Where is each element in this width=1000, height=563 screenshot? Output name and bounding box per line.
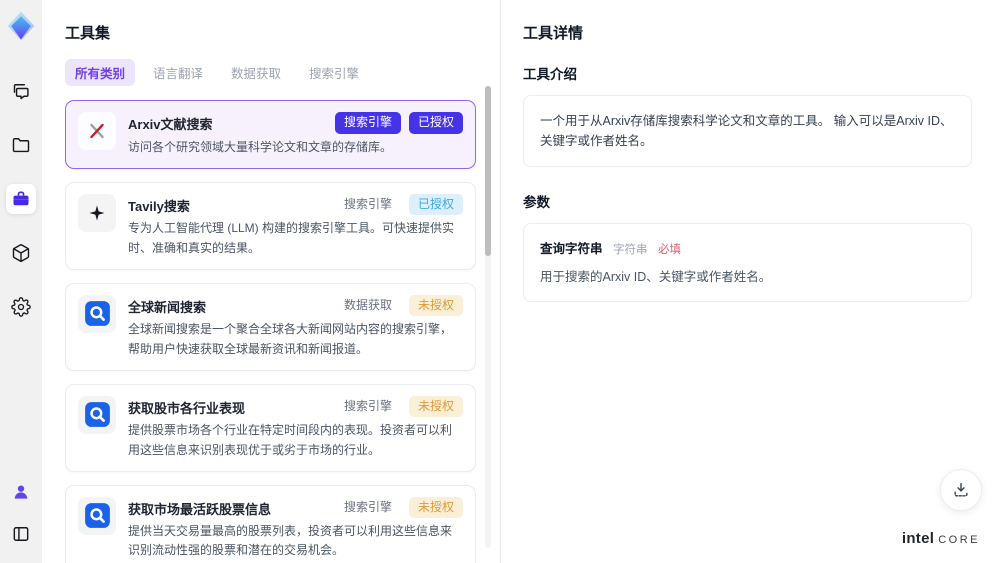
param-list: 查询字符串 字符串 必填 用于搜索的Arxiv ID、关键字或作者姓名。 [523, 223, 972, 302]
tool-description: 专为人工智能代理 (LLM) 构建的搜索引擎工具。可快速提供实时、准确和真实的结… [128, 221, 455, 255]
category-tab-0[interactable]: 所有类别 [65, 59, 136, 86]
detail-title: 工具详情 [523, 25, 584, 42]
search-app-icon [78, 395, 116, 434]
tool-category-badge: 搜索引擎 [343, 499, 392, 514]
tool-card-list: Arxiv文献搜索 搜索引擎 已授权 访问各个研究领域大量科学论文和文章的存储库… [65, 100, 476, 563]
tool-intro-text: 一个用于从Arxiv存储库搜索科学论文和文章的工具。 输入可以是Arxiv ID… [523, 95, 972, 167]
param-required-badge: 必填 [657, 244, 681, 256]
brand-core: core [938, 534, 980, 546]
category-tab-2[interactable]: 数据获取 [221, 59, 291, 86]
params-heading: 参数 [523, 195, 550, 210]
param-description: 用于搜索的Arxiv ID、关键字或作者姓名。 [540, 270, 772, 284]
category-tabs: 所有类别 语言翻译 数据获取 搜索引擎 [65, 59, 476, 86]
tool-detail-panel: 工具详情 工具介绍 一个用于从Arxiv存储库搜索科学论文和文章的工具。 输入可… [500, 0, 1000, 563]
sidebar-item-collapse[interactable] [6, 519, 36, 549]
tool-description: 全球新闻搜索是一个聚合全球各大新闻网站内容的搜索引擎，帮助用户快速获取全球最新资… [128, 322, 453, 356]
tool-name: 全球新闻搜索 [128, 299, 207, 315]
tool-description: 提供当天交易量最高的股票列表，投资者可以利用这些信息来识别流动性强的股票和潜在的… [128, 524, 453, 558]
sidebar-item-chat[interactable] [6, 76, 36, 106]
tool-category-badge: 搜索引擎 [343, 398, 392, 413]
category-tab-1[interactable]: 语言翻译 [143, 59, 213, 86]
sidebar-item-settings[interactable] [6, 292, 36, 322]
scrollbar-thumb[interactable] [485, 86, 491, 256]
parameter-card: 查询字符串 字符串 必填 用于搜索的Arxiv ID、关键字或作者姓名。 [523, 223, 972, 302]
search-app-icon [78, 294, 116, 333]
tool-name: 获取股市各行业表现 [128, 400, 246, 416]
tool-category-badge: 搜索引擎 [334, 112, 401, 134]
tool-description: 提供股票市场各个行业在特定时间段内的表现。投资者可以利用这些信息来识别表现优于或… [128, 423, 453, 457]
tool-name: Arxiv文献搜索 [128, 117, 213, 132]
sidebar-item-account[interactable] [6, 477, 36, 507]
chat-icon [13, 84, 29, 100]
sparkle-icon [78, 193, 116, 232]
sidebar-item-tools[interactable] [6, 184, 36, 214]
briefcase-icon [13, 191, 29, 206]
gear-icon [11, 297, 31, 317]
app-window: 工具集 所有类别 语言翻译 数据获取 搜索引擎 Arxiv文献搜索 搜索引擎 已授权 … [0, 0, 1000, 563]
tool-card[interactable]: Arxiv文献搜索 搜索引擎 已授权 访问各个研究领域大量科学论文和文章的存储库… [65, 100, 476, 169]
tool-card[interactable]: 获取市场最活跃股票信息 搜索引擎 未授权 提供当天交易量最高的股票列表，投资者可… [65, 484, 476, 563]
sidebar-item-files[interactable] [6, 130, 36, 160]
download-icon [954, 483, 968, 497]
intro-heading: 工具介绍 [523, 67, 577, 82]
icon-rail [0, 0, 42, 563]
app-logo-icon [5, 10, 37, 42]
page-title: 工具集 [65, 25, 111, 42]
tool-name: Tavily搜索 [128, 198, 190, 214]
folder-icon [12, 138, 30, 153]
tool-card[interactable]: 获取股市各行业表现 搜索引擎 未授权 提供股票市场各个行业在特定时间段内的表现。… [65, 383, 476, 472]
category-tab-3[interactable]: 搜索引擎 [299, 59, 369, 86]
arxiv-logo-icon [78, 112, 116, 150]
tool-auth-badge: 已授权 [408, 112, 463, 134]
tool-category-badge: 数据获取 [343, 297, 392, 312]
download-button[interactable] [940, 469, 982, 511]
intel-core-logo: intel core [902, 530, 980, 547]
tool-card[interactable]: 全球新闻搜索 数据获取 未授权 全球新闻搜索是一个聚合全球各大新闻网站内容的搜索… [65, 282, 476, 371]
tool-auth-badge: 已授权 [408, 193, 463, 216]
tool-name: 获取市场最活跃股票信息 [128, 501, 272, 517]
tool-card[interactable]: Tavily搜索 搜索引擎 已授权 专为人工智能代理 (LLM) 构建的搜索引擎… [65, 181, 476, 270]
tool-category-badge: 搜索引擎 [343, 196, 392, 211]
user-icon [14, 485, 28, 499]
panel-toggle-icon [13, 527, 29, 541]
tool-list-panel: 工具集 所有类别 语言翻译 数据获取 搜索引擎 Arxiv文献搜索 搜索引擎 已授权 … [42, 0, 500, 563]
brand-intel: intel [901, 530, 935, 547]
scrollbar-track [485, 86, 491, 548]
param-type: 字符串 [613, 244, 648, 256]
cube-icon [12, 244, 30, 263]
param-name: 查询字符串 [540, 242, 603, 256]
tool-auth-badge: 未授权 [408, 496, 463, 519]
tool-description: 访问各个研究领域大量科学论文和文章的存储库。 [128, 139, 393, 154]
tool-auth-badge: 未授权 [408, 294, 463, 317]
tool-auth-badge: 未授权 [408, 395, 463, 418]
search-app-icon [78, 496, 116, 535]
sidebar-item-models[interactable] [6, 238, 36, 268]
